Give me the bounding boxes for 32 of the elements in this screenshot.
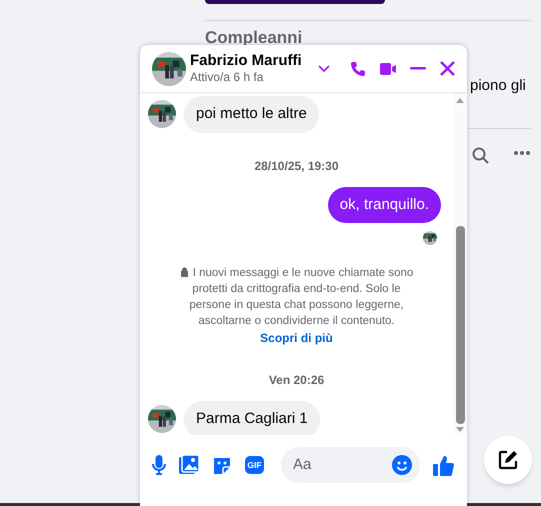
learn-more-link[interactable]: Scopri di più [260, 329, 333, 347]
sticker-icon[interactable] [212, 455, 232, 475]
contact-name[interactable]: Fabrizio Maruffi [190, 52, 302, 70]
thumbs-up-icon[interactable] [433, 454, 455, 476]
gif-button[interactable]: GIF [245, 456, 264, 474]
section-heading: Compleanni [205, 27, 302, 49]
search-icon[interactable] [472, 147, 489, 164]
phone-icon[interactable] [350, 60, 366, 76]
emoji-icon[interactable] [392, 455, 412, 475]
scroll-up-icon[interactable] [456, 98, 464, 103]
encryption-notice: I nuovi messaggi e le nuove chiamate sono protetti da crittografia end-to-end. Solo le persone in questa chat possono leggerne, ascoltarne o condividerne il contenuto. [172, 265, 421, 329]
compose-icon [497, 449, 519, 471]
message-bubble: poi metto le altre [184, 96, 319, 132]
microphone-icon[interactable] [152, 455, 166, 475]
new-message-button[interactable] [484, 436, 532, 484]
more-icon[interactable] [514, 151, 530, 155]
close-icon[interactable] [440, 61, 455, 76]
message-bubble: ok, tranquillo. [328, 186, 441, 223]
image-icon[interactable] [179, 455, 199, 475]
timestamp: Ven 20:26 [268, 372, 324, 389]
message-field[interactable]: Aa [281, 447, 420, 483]
message-bubble: Parma Cagliari 1 [184, 401, 320, 435]
scroll-down-icon[interactable] [456, 427, 464, 432]
lock-icon [180, 267, 189, 277]
message-input[interactable]: Aa [293, 454, 392, 476]
status-text: Attivo/a 6 h fa [190, 70, 264, 86]
page-text: piono gli [470, 76, 526, 96]
chevron-down-icon[interactable] [318, 64, 330, 72]
video-camera-icon[interactable] [380, 62, 396, 76]
timestamp: 28/10/25, 19:30 [254, 158, 339, 174]
minimize-icon[interactable] [410, 67, 426, 70]
scrollbar[interactable] [453, 92, 467, 435]
